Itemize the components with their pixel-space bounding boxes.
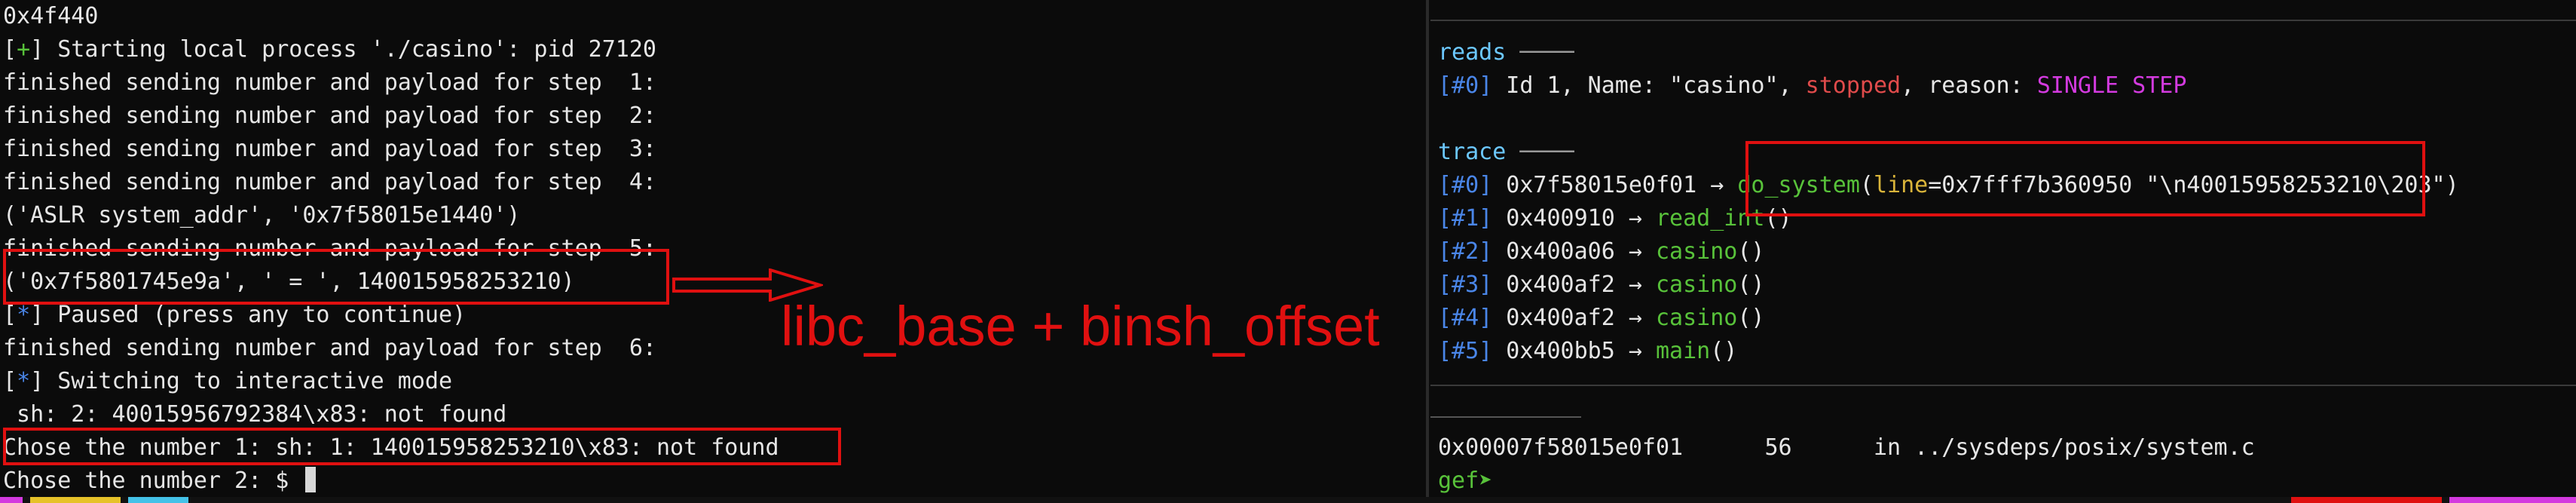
text-cursor bbox=[305, 467, 317, 492]
left-terminal-pane[interactable]: 0x4f440 [+] Starting local process './ca… bbox=[0, 0, 1424, 503]
source-location-line: 0x00007f58015e0f01 56 in ../sysdeps/posi… bbox=[1438, 434, 2255, 461]
taskbar-strip bbox=[0, 497, 2576, 503]
highlight-box-do-system bbox=[1745, 141, 2425, 216]
terminal-line: finished sending number and payload for … bbox=[3, 103, 656, 129]
annotation-label: libc_base + binsh_offset bbox=[781, 295, 1380, 357]
section-rule bbox=[1430, 20, 2576, 21]
highlight-box-address bbox=[3, 249, 669, 305]
terminal-line: sh: 2: 40015956792384\x83: not found bbox=[3, 401, 507, 428]
section-rule bbox=[1430, 385, 2576, 386]
terminal-line: finished sending number and payload for … bbox=[3, 136, 656, 162]
trace-frame: [#4] 0x400af2 → casino() bbox=[1438, 305, 1765, 331]
thread-state: stopped bbox=[1805, 72, 1901, 99]
terminal-line: finished sending number and payload for … bbox=[3, 69, 656, 96]
trace-section-header: trace ──── bbox=[1438, 139, 1574, 165]
gef-prompt[interactable]: gef➤ bbox=[1438, 465, 1492, 498]
trace-frame: [#3] 0x400af2 → casino() bbox=[1438, 271, 1765, 298]
terminal-line: [+] Starting local process './casino': p… bbox=[3, 36, 656, 63]
terminal-line: 0x4f440 bbox=[3, 3, 99, 29]
right-terminal-pane[interactable]: reads ──── [#0] Id 1, Name: "casino", st… bbox=[1430, 0, 2576, 503]
thread-line: [#0] Id 1, Name: "casino", stopped, reas… bbox=[1438, 72, 2187, 99]
status-marker: * bbox=[17, 368, 31, 394]
trace-frame: [#1] 0x400910 → read_int() bbox=[1438, 205, 1792, 232]
trace-frame: [#5] 0x400bb5 → main() bbox=[1438, 338, 1738, 364]
threads-section-header: reads ──── bbox=[1438, 39, 1574, 66]
screenshot: 0x4f440 [+] Starting local process './ca… bbox=[0, 0, 2576, 503]
terminal-line: [*] Switching to interactive mode bbox=[3, 368, 453, 394]
pane-divider[interactable] bbox=[1426, 0, 1429, 503]
status-marker: * bbox=[17, 302, 31, 328]
terminal-line: finished sending number and payload for … bbox=[3, 169, 656, 195]
stop-reason: SINGLE STEP bbox=[2036, 72, 2187, 99]
section-rule-short bbox=[1430, 416, 1581, 418]
highlight-box-not-found bbox=[3, 428, 841, 465]
terminal-prompt-line[interactable]: Chose the number 2: $ bbox=[3, 465, 317, 498]
terminal-line: finished sending number and payload for … bbox=[3, 335, 656, 361]
terminal-line: ('ASLR system_addr', '0x7f58015e1440') bbox=[3, 202, 521, 228]
trace-frame: [#2] 0x400a06 → casino() bbox=[1438, 238, 1765, 265]
status-marker: + bbox=[17, 36, 31, 63]
